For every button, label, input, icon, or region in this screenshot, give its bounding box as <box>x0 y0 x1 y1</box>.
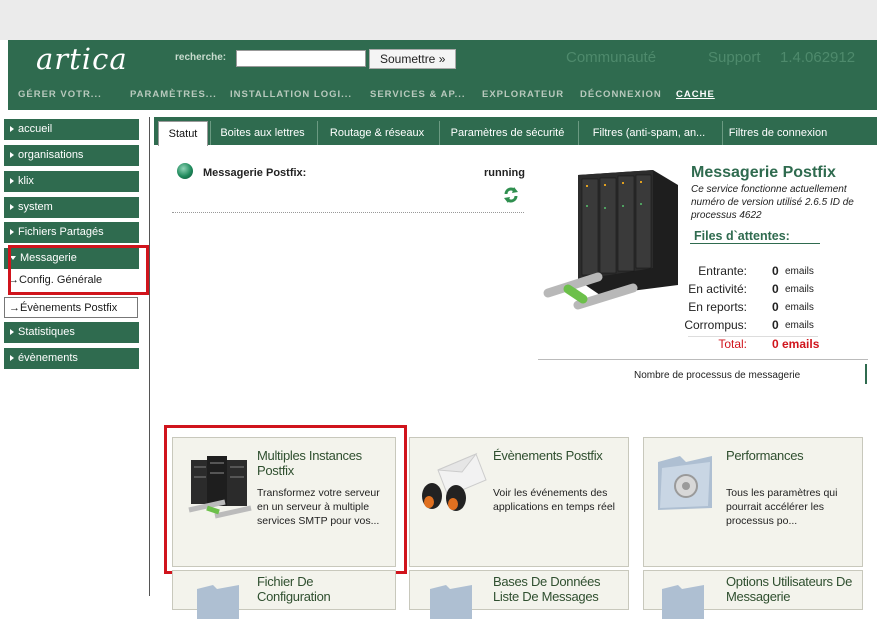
queue-row-entrante: Entrante: 0 emails <box>657 264 857 280</box>
sidebar-item-label: klix <box>18 175 34 187</box>
sidebar-item-statistiques[interactable]: Statistiques <box>4 322 139 343</box>
service-status: running <box>484 167 525 179</box>
queue-unit: emails <box>785 266 814 277</box>
menu-installation[interactable]: INSTALLATION LOGI... <box>230 89 352 100</box>
tab-bar: Statut Boites aux lettres Routage & rése… <box>154 117 877 146</box>
tab-statut[interactable]: Statut <box>158 121 208 146</box>
queue-label: En activité: <box>688 282 747 296</box>
card-title: Performances <box>726 448 804 463</box>
card-description: Tous les paramètres qui pourrait accélér… <box>726 487 838 527</box>
card-bases-donnees[interactable]: Bases De Données Liste De Messages <box>409 570 629 619</box>
folder-icon <box>197 585 239 619</box>
divider <box>690 243 820 244</box>
sidebar-item-label: accueil <box>18 123 53 135</box>
divider <box>172 212 524 213</box>
sidebar-item-label: organisations <box>18 149 84 161</box>
tab-securite[interactable]: Paramètres de sécurité <box>439 121 575 145</box>
card-title: Bases De Données Liste De Messages <box>493 574 601 604</box>
card-title: Fichier De Configuration <box>257 574 331 604</box>
card-evenements-postfix[interactable]: Évènements Postfix Voir les événements d… <box>409 437 629 567</box>
queue-value: 0 <box>772 264 779 278</box>
divider <box>538 359 868 360</box>
submit-button[interactable]: Soumettre » <box>369 49 457 69</box>
artica-logo[interactable]: artica <box>36 42 128 76</box>
sidebar-item-label: system <box>18 201 53 213</box>
sidebar-item-klix[interactable]: klix <box>4 171 139 192</box>
card-options-utilisateurs[interactable]: Options Utilisateurs De Messagerie <box>643 570 863 619</box>
triangle-right-icon <box>10 329 14 336</box>
queue-value: 0 <box>772 300 779 314</box>
card-fichier-configuration[interactable]: Fichier De Configuration <box>172 570 396 619</box>
queue-value: 0 <box>772 282 779 296</box>
triangle-right-icon <box>10 355 14 362</box>
processes-bar <box>865 364 867 384</box>
search-label: recherche: <box>175 52 227 63</box>
search-input[interactable] <box>236 50 366 67</box>
tab-filtres-antispam[interactable]: Filtres (anti-spam, an... <box>578 121 719 145</box>
menu-explorateur[interactable]: EXPLORATEUR <box>482 89 564 100</box>
sidebar-item-label: évènements <box>18 352 78 364</box>
menu-services[interactable]: SERVICES & AP... <box>370 89 466 100</box>
sidebar-item-evenements[interactable]: évènements <box>4 348 139 369</box>
refresh-icon[interactable] <box>502 186 520 204</box>
card-title: Options Utilisateurs De Messagerie <box>726 574 853 604</box>
highlight-box-card <box>164 425 407 574</box>
sidebar-item-organisations[interactable]: organisations <box>4 145 139 166</box>
total-label: Total: <box>718 337 747 351</box>
queue-row-activite: En activité: 0 emails <box>657 282 857 298</box>
triangle-right-icon <box>10 126 14 133</box>
header-bar: artica recherche: Soumettre » Communauté… <box>8 40 877 81</box>
queue-row-total: Total: 0 emails <box>657 337 857 353</box>
triangle-right-icon <box>10 204 14 211</box>
queue-label: Corrompus: <box>684 318 747 332</box>
folder-icon <box>662 585 704 619</box>
tab-filtres-connexion[interactable]: Filtres de connexion <box>722 121 833 145</box>
folder-gear-icon <box>658 456 712 510</box>
queue-unit: emails <box>785 284 814 295</box>
card-title: Évènements Postfix <box>493 448 603 463</box>
sidebar-sub-evenements-postfix[interactable]: →Évènements Postfix <box>4 297 138 318</box>
triangle-right-icon <box>10 152 14 159</box>
tab-boites[interactable]: Boites aux lettres <box>210 121 314 145</box>
status-led-icon <box>177 163 193 179</box>
card-description: Voir les événements des applications en … <box>493 487 615 513</box>
queue-title: Files d`attentes: <box>694 229 790 243</box>
queue-unit: emails <box>785 302 814 313</box>
binoculars-icon <box>422 452 487 511</box>
postfix-title: Messagerie Postfix <box>691 164 836 181</box>
menu-parametres[interactable]: PARAMÈTRES... <box>130 89 217 100</box>
menu-deconnexion[interactable]: DÉCONNEXION <box>580 89 662 100</box>
sidebar-item-accueil[interactable]: accueil <box>4 119 139 140</box>
queue-label: En reports: <box>688 300 747 314</box>
queue-value: 0 <box>772 318 779 332</box>
main-menu: GÉRER VOTR... PARAMÈTRES... INSTALLATION… <box>8 81 877 110</box>
triangle-right-icon <box>10 229 14 236</box>
postfix-description: Ce service fonctionne actuellement numér… <box>691 184 854 221</box>
total-value: 0 emails <box>772 337 820 351</box>
queue-unit: emails <box>785 320 814 331</box>
queue-row-corrompus: Corrompus: 0 emails <box>657 318 857 334</box>
community-link[interactable]: Communauté <box>566 49 656 66</box>
queue-label: Entrante: <box>698 264 747 278</box>
sidebar-sub-label: Évènements Postfix <box>20 302 118 314</box>
sidebar-item-fichiers[interactable]: Fichiers Partagés <box>4 222 139 243</box>
highlight-box-sidebar <box>8 245 149 295</box>
processes-label: Nombre de processus de messagerie <box>634 370 801 381</box>
menu-cache[interactable]: CACHE <box>676 89 715 100</box>
triangle-right-icon <box>10 178 14 185</box>
service-name: Messagerie Postfix: <box>203 167 307 179</box>
arrow-right-icon: → <box>9 302 20 314</box>
menu-gerer[interactable]: GÉRER VOTR... <box>18 89 102 100</box>
browser-top-strip <box>0 0 877 40</box>
sidebar-item-label: Statistiques <box>18 326 75 338</box>
sidebar-item-system[interactable]: system <box>4 197 139 218</box>
version-label: 1.4.062912 <box>780 49 856 66</box>
folder-icon <box>430 585 472 619</box>
support-link[interactable]: Support <box>708 49 761 66</box>
queue-row-reports: En reports: 0 emails <box>657 300 857 316</box>
card-performances[interactable]: Performances Tous les paramètres qui pou… <box>643 437 863 567</box>
tab-routage[interactable]: Routage & réseaux <box>317 121 436 145</box>
sidebar-item-label: Fichiers Partagés <box>18 226 104 238</box>
